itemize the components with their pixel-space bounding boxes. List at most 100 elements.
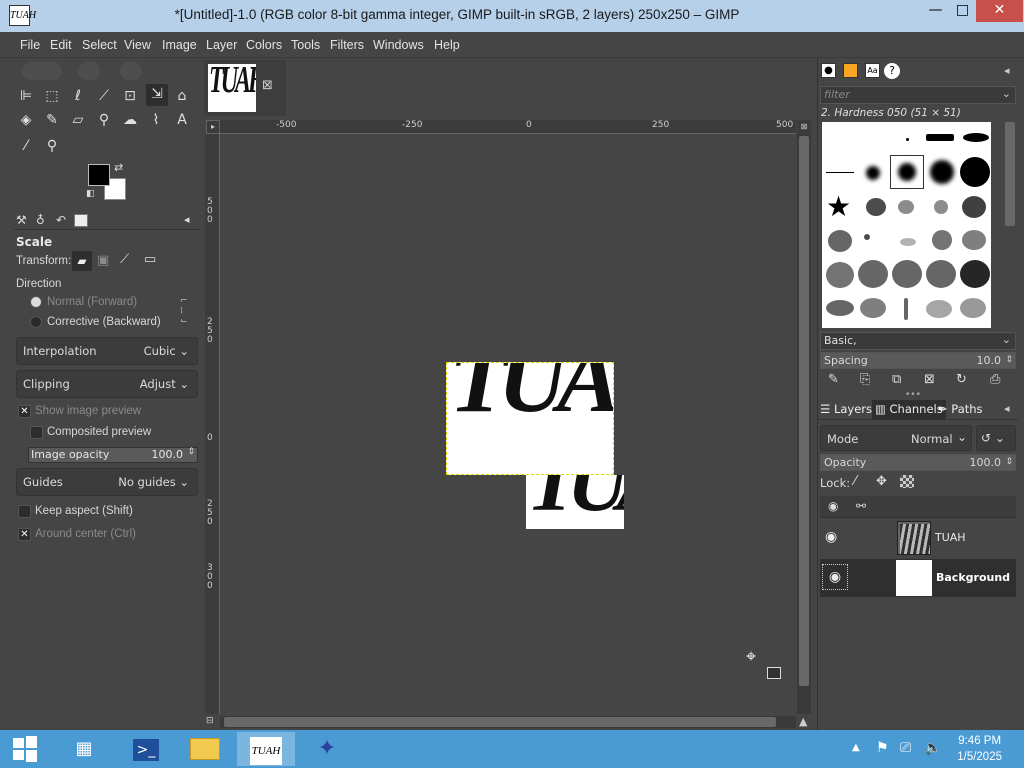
powershell-icon[interactable]: >_ xyxy=(117,732,175,766)
show-preview-checkbox[interactable]: ✕ xyxy=(18,405,31,418)
clipping-select[interactable]: Clipping Adjust ⌄ xyxy=(16,370,198,398)
menu-layer[interactable]: Layer xyxy=(206,32,237,58)
horizontal-ruler[interactable]: -500 -250 0 250 500 xyxy=(220,120,796,134)
menu-file[interactable]: File xyxy=(20,32,40,58)
brush-item[interactable] xyxy=(930,160,954,184)
brush-item[interactable] xyxy=(934,200,948,214)
direction-normal-radio[interactable] xyxy=(30,296,42,308)
brush-item[interactable] xyxy=(860,298,886,318)
layer-visibility-eye-icon[interactable]: ◉ xyxy=(822,564,848,590)
device-status-tab-icon[interactable]: ♁ xyxy=(36,213,45,227)
brush-item[interactable] xyxy=(932,230,952,250)
brush-item[interactable] xyxy=(864,234,870,240)
composite-mode-select[interactable]: ↺ ⌄ xyxy=(976,425,1016,451)
vertical-ruler[interactable]: 500 250 0 250 300 xyxy=(205,134,220,714)
tab-layers[interactable]: ☰ Layers xyxy=(820,402,872,416)
clock[interactable]: 9:46 PM 1/5/2025 xyxy=(957,733,1002,765)
brush-star[interactable]: ★ xyxy=(826,192,851,222)
keep-aspect-checkbox[interactable] xyxy=(18,505,31,518)
layer-row-selected[interactable]: ◉ Background xyxy=(820,559,1016,597)
close-tab-icon[interactable]: ⊠ xyxy=(262,78,273,93)
around-center-checkbox[interactable]: ✕ xyxy=(18,528,31,541)
brushes-tab-icon[interactable]: ● xyxy=(821,63,836,78)
menu-select[interactable]: Select xyxy=(82,32,117,58)
menu-image[interactable]: Image xyxy=(162,32,197,58)
default-colors-icon[interactable]: ◧ xyxy=(86,189,95,199)
lock-alpha-icon[interactable] xyxy=(900,475,914,488)
composited-preview-checkbox[interactable] xyxy=(30,426,43,439)
show-hidden-icons-icon[interactable]: ▲ xyxy=(852,742,860,753)
bucket-fill-icon[interactable]: ◈ xyxy=(16,110,36,130)
menu-filters[interactable]: Filters xyxy=(330,32,364,58)
brush-item[interactable] xyxy=(892,260,922,288)
gimp-image-window-task[interactable]: TUAH xyxy=(237,732,295,766)
patterns-tab-icon[interactable] xyxy=(843,63,858,78)
brush-item[interactable] xyxy=(898,200,914,214)
paths-tool-icon[interactable]: ⌇ xyxy=(146,110,166,130)
crop-tool-icon[interactable]: ⊡ xyxy=(120,86,140,106)
clone-tool-icon[interactable]: ⚲ xyxy=(94,110,114,130)
delete-brush-icon[interactable]: ⊠ xyxy=(924,372,935,387)
open-brush-file-icon[interactable]: ⎙ xyxy=(990,372,1000,387)
brush-item[interactable] xyxy=(960,260,990,288)
tab-channels[interactable]: ▥ Channels xyxy=(872,400,946,420)
gimp-app-task[interactable]: ✦ xyxy=(298,732,356,766)
new-brush-icon[interactable]: ⎘ xyxy=(860,372,870,387)
brush-item[interactable] xyxy=(904,298,908,320)
brush-item[interactable] xyxy=(960,298,986,318)
tab-paths[interactable]: ✒ Paths xyxy=(938,402,983,416)
layer-row[interactable]: ◉ TUAH xyxy=(820,519,1016,557)
spacing-slider[interactable]: Spacing 10.0 ⇕ xyxy=(820,352,1016,369)
brush-filter-input[interactable]: filter ⌄ xyxy=(820,86,1016,104)
lock-pixels-icon[interactable]: ⁄ xyxy=(854,474,856,489)
configure-tab-icon[interactable]: ◂ xyxy=(184,213,190,226)
brush-item[interactable] xyxy=(963,133,989,142)
brush-grid[interactable]: ★ xyxy=(822,122,991,328)
brush-item[interactable] xyxy=(926,300,952,318)
canvas-layer-tuah[interactable]: TUAH xyxy=(446,362,614,475)
server-manager-icon[interactable]: ▦ xyxy=(55,732,113,766)
quick-mask-icon[interactable]: ▸ xyxy=(206,120,220,134)
configure-tab-icon[interactable]: ◂ xyxy=(1004,64,1010,77)
refresh-brushes-icon[interactable]: ↻ xyxy=(956,372,967,387)
smudge-tool-icon[interactable]: ☁ xyxy=(120,110,140,130)
images-tab-icon[interactable] xyxy=(74,214,88,227)
foreground-color-swatch[interactable] xyxy=(88,164,110,186)
warp-tool-icon[interactable]: ⌂ xyxy=(172,86,192,106)
eraser-icon[interactable]: ▱ xyxy=(68,110,88,130)
brush-item[interactable] xyxy=(866,166,880,180)
image-opacity-slider[interactable]: Image opacity 100.0 ⇕ xyxy=(28,447,198,463)
menu-edit[interactable]: Edit xyxy=(50,32,72,58)
edit-brush-icon[interactable]: ✎ xyxy=(828,372,839,387)
brush-item[interactable] xyxy=(962,230,986,250)
rect-select-icon[interactable]: ⬚ xyxy=(42,86,62,106)
stepper-icon[interactable]: ⇕ xyxy=(1005,353,1013,368)
align-tool-icon[interactable]: ⊫ xyxy=(16,86,36,106)
brush-item[interactable] xyxy=(826,262,854,288)
guides-select[interactable]: Guides No guides ⌄ xyxy=(16,468,198,496)
direction-corrective-radio[interactable] xyxy=(30,316,42,328)
maximize-button[interactable]: □ xyxy=(949,0,976,22)
brush-item[interactable] xyxy=(906,138,909,141)
brush-item[interactable] xyxy=(826,172,854,173)
start-button[interactable] xyxy=(0,732,50,766)
color-picker-icon[interactable]: ⁄ xyxy=(16,136,36,156)
configure-tab-icon[interactable]: ◂ xyxy=(1004,402,1010,415)
file-explorer-icon[interactable] xyxy=(176,732,234,766)
canvas-layer-background-preview[interactable]: TUAH xyxy=(526,475,624,529)
horizontal-scroll-thumb[interactable] xyxy=(224,717,776,727)
layer-name[interactable]: Background xyxy=(936,571,1010,584)
chevron-down-icon[interactable]: ⌄ xyxy=(1002,87,1011,100)
vertical-scroll-thumb[interactable] xyxy=(799,136,809,686)
transform-path-icon[interactable]: ⟋ xyxy=(120,252,129,267)
menu-tools[interactable]: Tools xyxy=(291,32,320,58)
scale-tool-icon[interactable]: ⇲ xyxy=(146,84,168,106)
transform-layer-icon[interactable]: ▰ xyxy=(72,251,92,271)
help-tab-icon[interactable]: ? xyxy=(884,63,900,79)
brush-item[interactable] xyxy=(926,134,954,141)
brush-item[interactable] xyxy=(962,196,986,218)
paintbrush-icon[interactable]: ✎ xyxy=(42,110,62,130)
minimize-button[interactable]: — xyxy=(922,0,949,22)
stepper-icon[interactable]: ⇕ xyxy=(187,447,195,457)
zoom-tool-icon[interactable]: ⚲ xyxy=(42,136,62,156)
